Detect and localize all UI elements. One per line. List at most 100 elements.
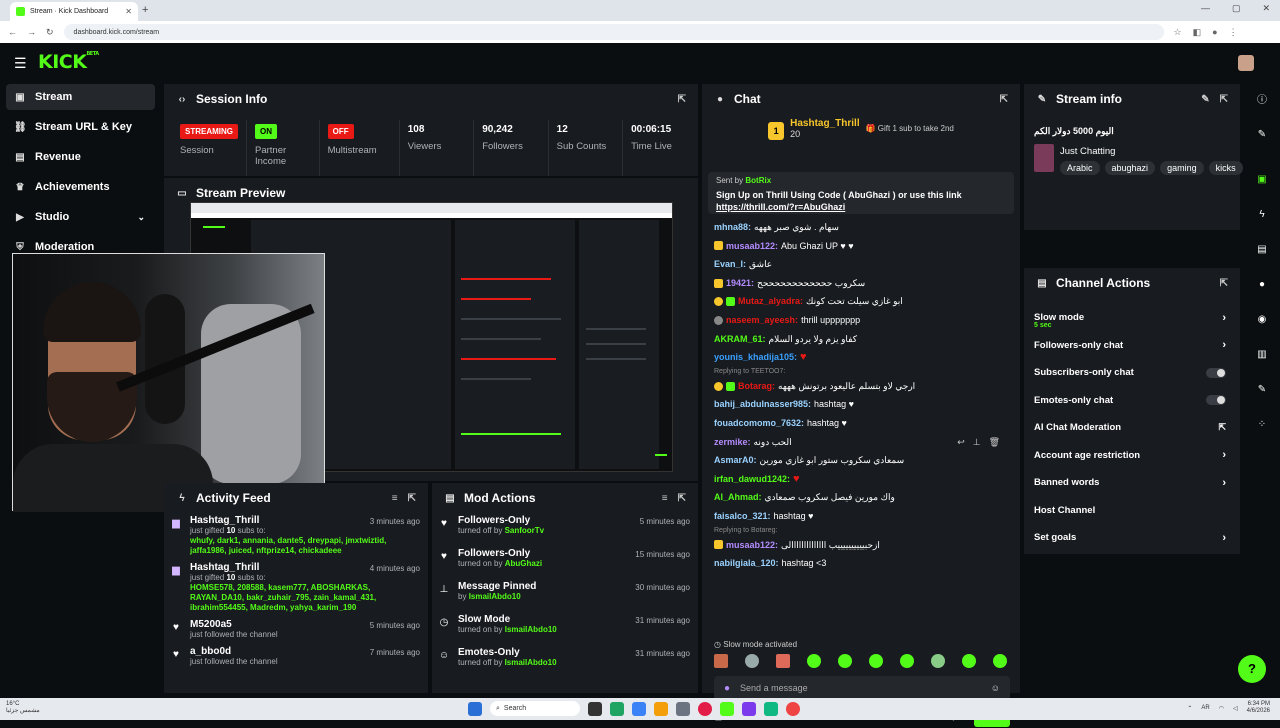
- chat-username[interactable]: irfan_dawud1242:: [714, 470, 790, 489]
- app-icon[interactable]: [632, 701, 646, 716]
- document-icon[interactable]: ▤: [1254, 242, 1270, 258]
- edit-icon[interactable]: ✎: [1201, 94, 1209, 105]
- new-tab-icon[interactable]: +: [142, 4, 148, 16]
- emote-icon[interactable]: [745, 654, 759, 668]
- filter-icon[interactable]: ≡: [662, 493, 668, 504]
- user-avatar[interactable]: [1238, 55, 1254, 71]
- chat-username[interactable]: fouadcomomo_7632:: [714, 414, 804, 433]
- popout-icon[interactable]: ⇱: [408, 493, 416, 504]
- bookmark-star-icon[interactable]: ☆: [1174, 27, 1182, 38]
- emote-icon[interactable]: [993, 654, 1007, 668]
- ai-moderation-action[interactable]: AI Chat Moderation ⇱: [1034, 414, 1230, 442]
- browser-tab[interactable]: Stream · Kick Dashboard ✕: [10, 2, 138, 21]
- stack-icon[interactable]: ▥: [1254, 347, 1270, 363]
- sidebar-item-studio[interactable]: ▶ Studio ⌄: [6, 204, 155, 230]
- task-view-icon[interactable]: [588, 701, 602, 716]
- scan-icon[interactable]: ▣: [1254, 172, 1270, 188]
- profile-icon[interactable]: ●: [1212, 27, 1217, 38]
- mic-icon[interactable]: ●: [724, 683, 730, 694]
- chat-username[interactable]: naseem_ayeesh:: [726, 311, 798, 330]
- sidebar-item-stream-url-key[interactable]: ⛓ Stream URL & Key: [6, 114, 155, 140]
- filter-icon[interactable]: ≡: [392, 493, 398, 504]
- taskbar-search[interactable]: ⌕ Search: [490, 701, 580, 716]
- forward-icon[interactable]: →: [27, 27, 36, 37]
- sidebar-item-stream[interactable]: ▣ Stream: [6, 84, 155, 110]
- mod-user[interactable]: IsmailAbdo10: [505, 625, 557, 634]
- popout-icon[interactable]: ⇱: [1000, 94, 1008, 105]
- set-goals-action[interactable]: Set goals ›: [1034, 524, 1230, 552]
- info-icon[interactable]: ⓘ: [1254, 93, 1270, 109]
- pinned-message[interactable]: Sent by BotRix Sign Up on Thrill Using C…: [708, 172, 1014, 214]
- emote-icon[interactable]: [869, 654, 883, 668]
- app-icon[interactable]: [610, 701, 624, 716]
- account-age-action[interactable]: Account age restriction ›: [1034, 442, 1230, 470]
- kick-app-icon[interactable]: [720, 701, 734, 716]
- chat-input[interactable]: ● Send a message ☺: [714, 676, 1010, 700]
- chat-username[interactable]: 19421:: [726, 274, 754, 293]
- bolt-icon[interactable]: ϟ: [1254, 207, 1270, 223]
- chat-username[interactable]: Botarag:: [738, 377, 775, 396]
- minimize-icon[interactable]: —: [1201, 3, 1210, 14]
- bot-name[interactable]: BotRix: [745, 176, 771, 185]
- tray-chevron-icon[interactable]: ⌃: [1187, 705, 1192, 712]
- chat-username[interactable]: Evan_l:: [714, 255, 746, 274]
- chrome-icon[interactable]: [698, 701, 712, 716]
- pinned-link[interactable]: https://thrill.com/?r=AbuGhazi: [716, 202, 845, 212]
- language-indicator[interactable]: AR: [1201, 705, 1209, 711]
- file-explorer-icon[interactable]: [654, 701, 668, 716]
- chat-username[interactable]: musaab122:: [726, 536, 778, 555]
- popout-icon[interactable]: ⇱: [678, 94, 686, 105]
- mod-user[interactable]: IsmailAbdo10: [469, 592, 521, 601]
- close-tab-icon[interactable]: ✕: [125, 7, 132, 16]
- app-icon[interactable]: [676, 701, 690, 716]
- mod-user[interactable]: IsmailAbdo10: [505, 658, 557, 667]
- popout-icon[interactable]: ⇱: [1220, 278, 1228, 289]
- chat-username[interactable]: Al_Ahmad:: [714, 488, 762, 507]
- nodes-icon[interactable]: ⁘: [1254, 417, 1270, 433]
- emote-icon[interactable]: [962, 654, 976, 668]
- app-icon[interactable]: [764, 701, 778, 716]
- back-icon[interactable]: ←: [8, 27, 17, 37]
- banned-words-action[interactable]: Banned words ›: [1034, 469, 1230, 497]
- chat-username[interactable]: AsmarA0:: [714, 451, 757, 470]
- url-input[interactable]: dashboard.kick.com/stream: [63, 24, 1164, 40]
- chat-username[interactable]: faisalco_321:: [714, 507, 771, 526]
- maximize-icon[interactable]: ▢: [1232, 3, 1241, 14]
- popout-icon[interactable]: ⇱: [678, 493, 686, 504]
- chat-username[interactable]: zermike:: [714, 433, 751, 452]
- category-thumbnail[interactable]: [1034, 144, 1054, 172]
- tag-chip[interactable]: Arabic: [1060, 161, 1100, 175]
- broadcast-icon[interactable]: ◉: [1254, 312, 1270, 328]
- subscribers-only-toggle[interactable]: [1206, 367, 1226, 378]
- wrench-icon[interactable]: ✎: [1254, 382, 1270, 398]
- tag-chip[interactable]: abughazi: [1104, 161, 1156, 175]
- chat-username[interactable]: mhna88:: [714, 218, 751, 237]
- followers-only-action[interactable]: Followers-only chat ›: [1034, 332, 1230, 360]
- app-icon[interactable]: [786, 701, 800, 716]
- chat-username[interactable]: musaab122:: [726, 237, 778, 256]
- mod-user[interactable]: SanfoorTv: [505, 526, 545, 535]
- weather-widget[interactable]: 16°C مشمس جزئيا: [6, 701, 40, 715]
- reload-icon[interactable]: ↻: [46, 27, 54, 38]
- emote-icon[interactable]: [900, 654, 914, 668]
- chat-username[interactable]: AKRAM_61:: [714, 330, 766, 349]
- hamburger-menu-icon[interactable]: ☰: [14, 55, 27, 72]
- app-icon[interactable]: [742, 701, 756, 716]
- emote-icon[interactable]: [838, 654, 852, 668]
- emote-icon[interactable]: [714, 654, 728, 668]
- tag-chip[interactable]: kicks: [1208, 161, 1243, 175]
- help-chat-icon[interactable]: ?: [1238, 655, 1266, 683]
- edit-icon[interactable]: ✎: [1254, 127, 1270, 143]
- stream-category[interactable]: Just Chatting: [1060, 146, 1115, 157]
- volume-icon[interactable]: ◁: [1233, 705, 1238, 712]
- close-window-icon[interactable]: ✕: [1262, 3, 1270, 14]
- extensions-icon[interactable]: ◧: [1193, 27, 1202, 38]
- windows-start-icon[interactable]: [468, 701, 482, 716]
- mod-user[interactable]: AbuGhazi: [505, 559, 542, 568]
- tag-chip[interactable]: gaming: [1160, 161, 1204, 175]
- chat-username[interactable]: younis_khadija105:: [714, 348, 797, 367]
- emote-icon[interactable]: [776, 654, 790, 668]
- chat-username[interactable]: nabilgiala_120:: [714, 554, 779, 573]
- emoji-picker-icon[interactable]: ☺: [991, 683, 1000, 693]
- slow-mode-action[interactable]: Slow mode 5 sec ›: [1034, 304, 1230, 332]
